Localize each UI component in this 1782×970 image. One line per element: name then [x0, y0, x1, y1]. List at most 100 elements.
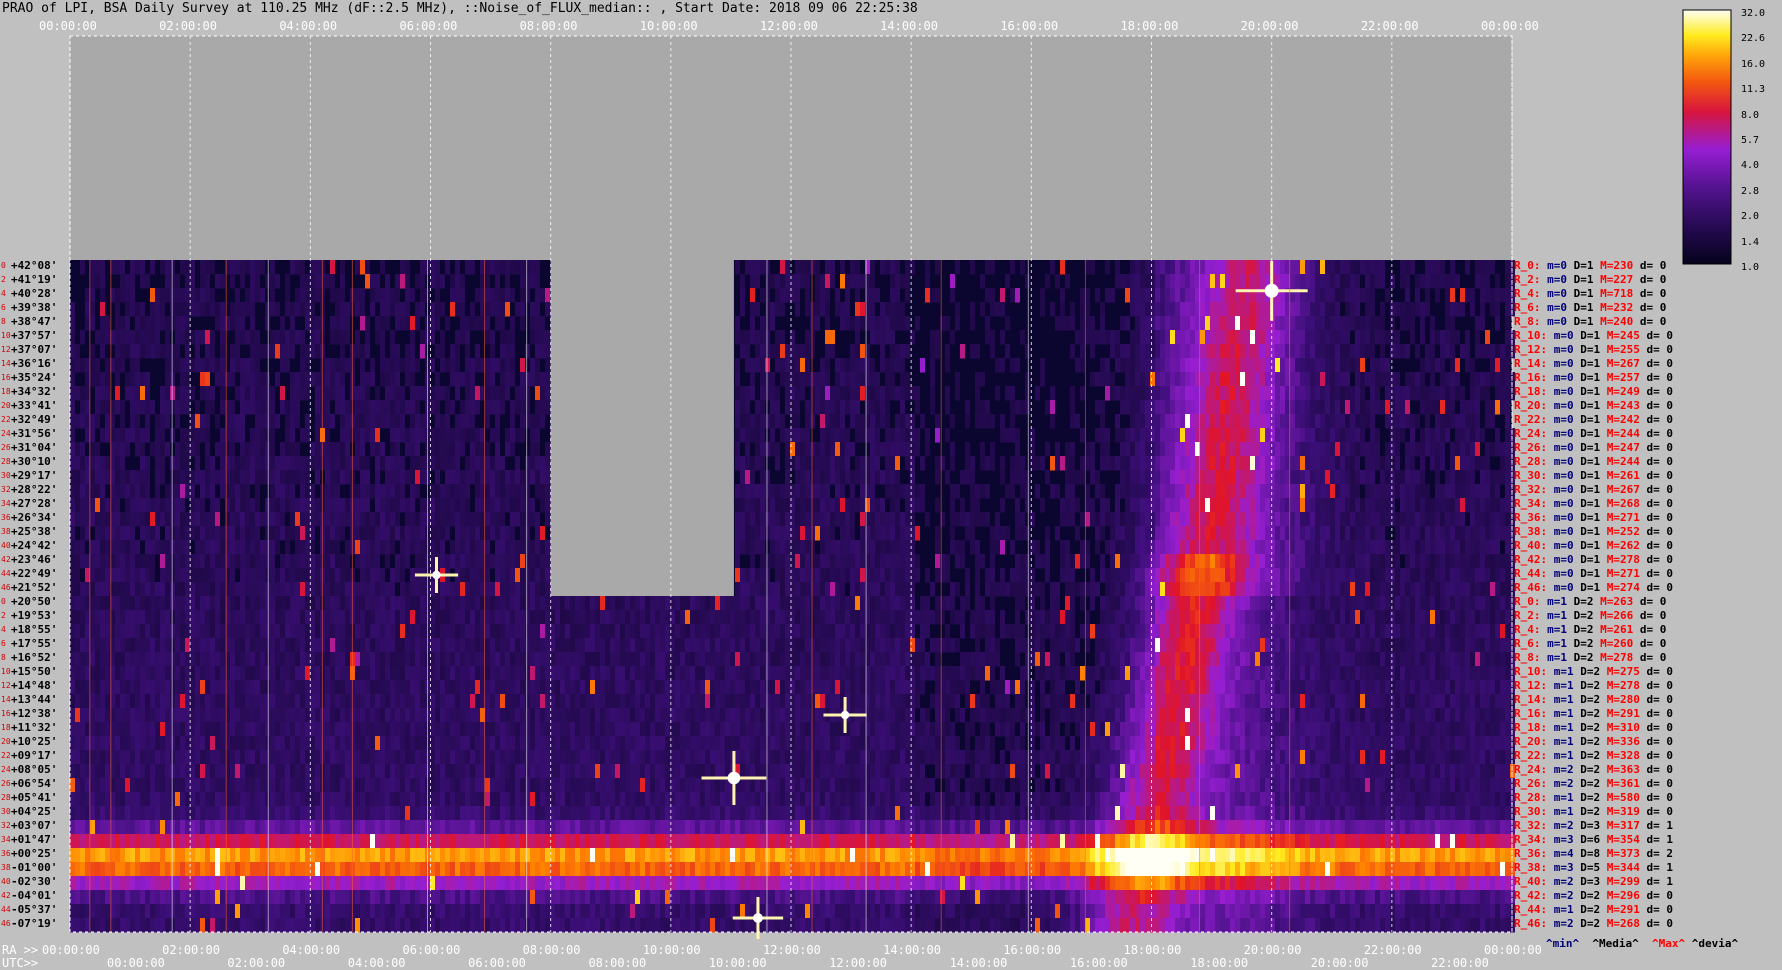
heatmap-cell [895, 358, 900, 373]
heatmap-cell [115, 358, 120, 373]
heatmap-cell [175, 456, 180, 471]
heatmap-cell [305, 582, 310, 597]
heatmap-cell [800, 596, 805, 611]
heatmap-cell [1480, 526, 1485, 541]
heatmap-cell [990, 554, 995, 569]
heatmap-cell [1345, 260, 1350, 275]
heatmap-cell [1190, 372, 1195, 387]
heatmap-cell [1145, 358, 1150, 373]
heatmap-cell [175, 386, 180, 401]
heatmap-cell [1140, 512, 1145, 527]
heatmap-cell [385, 400, 390, 415]
heatmap-cell [385, 596, 390, 611]
heatmap-cell [165, 316, 170, 331]
heatmap-cell [315, 260, 320, 275]
heatmap-cell [1395, 554, 1400, 569]
heatmap-cell [1355, 302, 1360, 317]
heatmap-cell [1205, 400, 1210, 415]
heatmap-cell [410, 456, 415, 471]
heatmap-cell [1495, 302, 1500, 317]
heatmap-cell [1310, 526, 1315, 541]
heatmap-cell [385, 288, 390, 303]
heatmap-cell [965, 596, 970, 611]
heatmap-cell [1280, 358, 1285, 373]
heatmap-cell [1015, 568, 1020, 583]
heatmap-cell [540, 554, 545, 569]
heatmap-cell [545, 554, 550, 569]
heatmap-cell [105, 554, 110, 569]
heatmap-cell [115, 554, 120, 569]
heatmap-cell [530, 302, 535, 317]
heatmap-cell [1190, 456, 1195, 471]
heatmap-cell [545, 596, 550, 611]
heatmap-cell [1490, 288, 1495, 303]
heatmap-cell [970, 470, 975, 485]
heatmap-cell [820, 372, 825, 387]
heatmap-cell [740, 456, 745, 471]
heatmap-cell [1235, 330, 1240, 345]
heatmap-cell [1470, 484, 1475, 499]
heatmap-cell [880, 526, 885, 541]
heatmap-cell [210, 568, 215, 583]
heatmap-cell [485, 540, 490, 555]
heatmap-cell [1120, 568, 1125, 583]
heatmap-cell [1185, 456, 1190, 471]
heatmap-cell [1235, 386, 1240, 401]
heatmap-cell [1315, 498, 1320, 513]
heatmap-cell [1200, 330, 1205, 345]
heatmap-cell [265, 456, 270, 471]
heatmap-cell [70, 358, 75, 373]
heatmap-cell [1030, 456, 1035, 471]
heatmap-cell [1180, 498, 1185, 513]
heatmap-cell [1175, 414, 1180, 429]
heatmap-cell [980, 442, 985, 457]
heatmap-cell [540, 596, 545, 611]
heatmap-cell [1180, 386, 1185, 401]
heatmap-cell [460, 540, 465, 555]
heatmap-cell [275, 456, 280, 471]
heatmap-cell [1335, 274, 1340, 289]
heatmap-cell [1505, 316, 1510, 331]
heatmap-cell [250, 428, 255, 443]
heatmap-cell [200, 568, 205, 583]
heatmap-cell [525, 568, 530, 583]
heatmap-cell [1175, 428, 1180, 443]
heatmap-cell [1280, 526, 1285, 541]
heatmap-cell [450, 512, 455, 527]
heatmap-cell [825, 302, 830, 317]
heatmap-cell [325, 512, 330, 527]
heatmap-cell [150, 302, 155, 317]
heatmap-cell [755, 484, 760, 499]
heatmap-cell [1230, 302, 1235, 317]
heatmap-cell [805, 428, 810, 443]
heatmap-cell [950, 484, 955, 499]
heatmap-cell [905, 274, 910, 289]
heatmap-cell [1160, 414, 1165, 429]
heatmap-cell [255, 526, 260, 541]
heatmap-cell [135, 316, 140, 331]
heatmap-cell [90, 596, 95, 611]
heatmap-cell [820, 274, 825, 289]
heatmap-cell [95, 540, 100, 555]
heatmap-cell [300, 428, 305, 443]
heatmap-cell [1220, 414, 1225, 429]
heatmap-cell [140, 428, 145, 443]
heatmap-cell [955, 302, 960, 317]
heatmap-cell [1420, 316, 1425, 331]
heatmap-cell [1495, 428, 1500, 443]
heatmap-cell [1165, 358, 1170, 373]
heatmap-cell [1460, 386, 1465, 401]
heatmap-cell [150, 288, 155, 303]
heatmap-cell [1360, 428, 1365, 443]
heatmap-cell [395, 288, 400, 303]
heatmap-cell [505, 554, 510, 569]
heatmap-cell [330, 288, 335, 303]
heatmap-cell [315, 470, 320, 485]
heatmap-cell [545, 372, 550, 387]
heatmap-cell [1390, 414, 1395, 429]
heatmap-cell [410, 526, 415, 541]
heatmap-cell [870, 316, 875, 331]
heatmap-cell [825, 456, 830, 471]
heatmap-cell [860, 414, 865, 429]
heatmap-cell [95, 386, 100, 401]
